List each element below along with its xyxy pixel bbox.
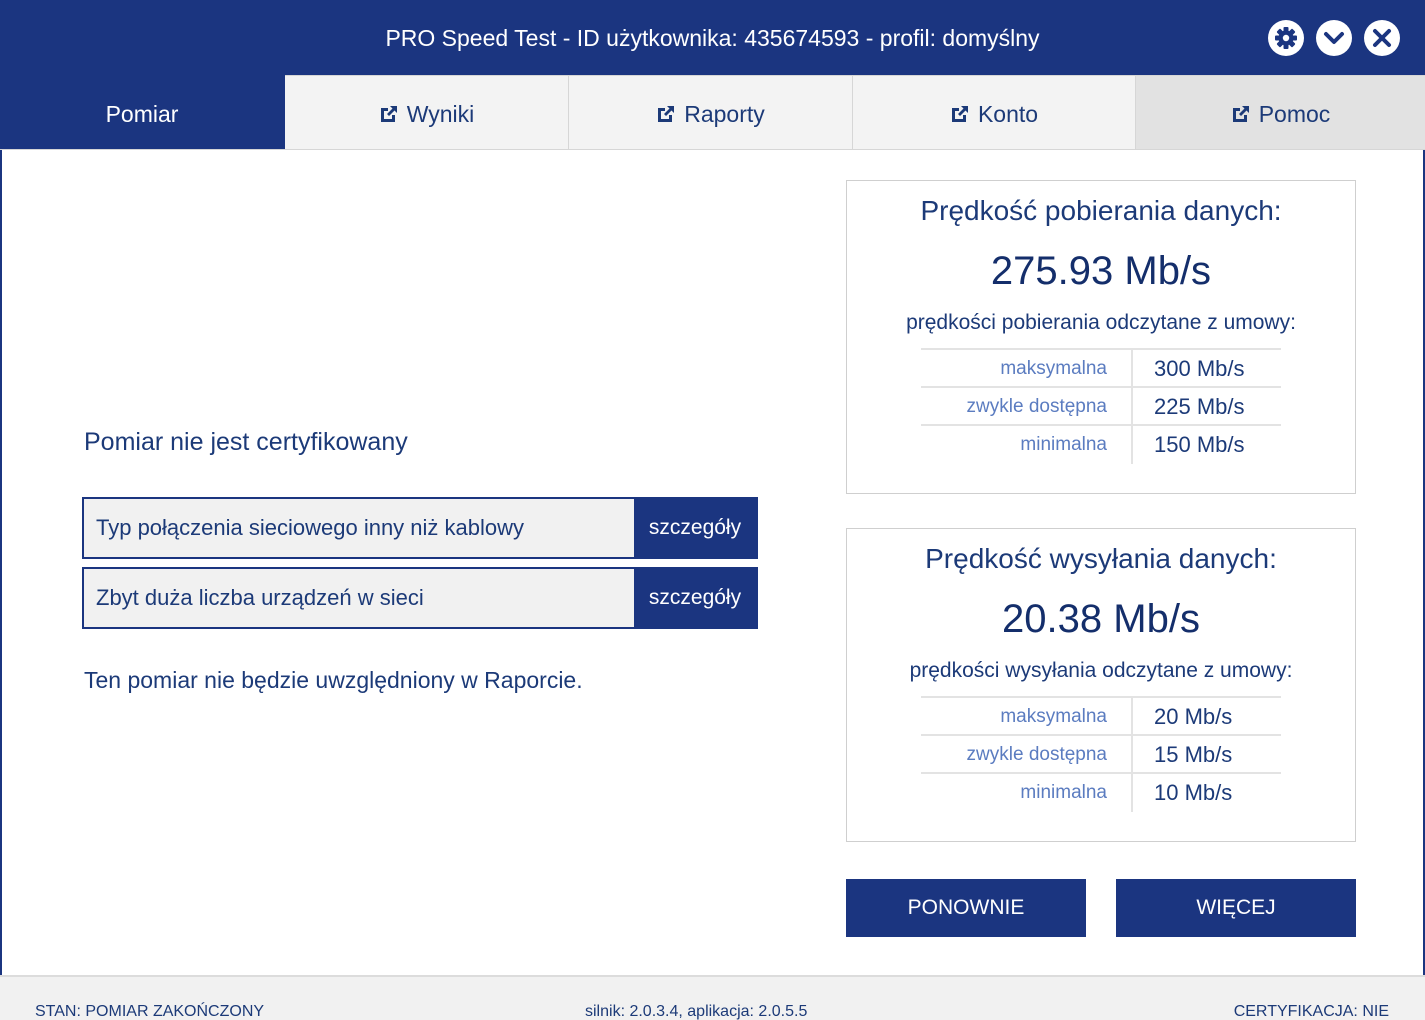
certification-heading: Pomiar nie jest certyfikowany xyxy=(84,428,408,456)
row-value: 10 Mb/s xyxy=(1154,780,1233,805)
external-link-icon xyxy=(658,106,675,122)
row-divider xyxy=(1131,698,1133,736)
title-bar: PRO Speed Test - ID użytkownika: 4356745… xyxy=(0,0,1425,75)
close-icon xyxy=(1373,29,1391,47)
external-link-icon xyxy=(380,106,397,122)
settings-button[interactable] xyxy=(1268,20,1304,56)
download-contract-table: maksymalna 300 Mb/s zwykle dostępna 225 … xyxy=(921,348,1281,464)
tab-raporty[interactable]: Raporty xyxy=(569,75,853,149)
contract-row-min: minimalna 10 Mb/s xyxy=(921,772,1281,812)
tab-pomoc[interactable]: Pomoc xyxy=(1136,75,1425,149)
certification-issue: Zbyt duża liczba urządzeń w sieci szczeg… xyxy=(82,567,758,629)
details-button[interactable]: szczegóły xyxy=(634,499,756,557)
tab-label: Wyniki xyxy=(406,101,475,127)
upload-value: 20.38 Mb/s xyxy=(1002,597,1200,641)
report-note: Ten pomiar nie będzie uwzględniony w Rap… xyxy=(84,667,583,693)
row-divider xyxy=(1131,736,1133,774)
download-title: Prędkość pobierania danych: xyxy=(920,195,1282,226)
tab-label: Pomiar xyxy=(105,101,179,127)
row-divider xyxy=(1131,388,1133,426)
upload-subtitle: prędkości wysyłania odczytane z umowy: xyxy=(909,659,1293,682)
certification-issue: Typ połączenia sieciowego inny niż kablo… xyxy=(82,497,758,559)
row-value: 20 Mb/s xyxy=(1154,704,1233,729)
upload-speed-panel: Prędkość wysyłania danych: 20.38 Mb/s pr… xyxy=(846,528,1356,842)
tab-label: Konto xyxy=(977,101,1039,127)
issue-text: Typ połączenia sieciowego inny niż kablo… xyxy=(96,515,525,540)
issue-text: Zbyt duża liczba urządzeń w sieci xyxy=(96,585,424,610)
download-speed-panel: Prędkość pobierania danych: 275.93 Mb/s … xyxy=(846,180,1356,494)
contract-row-typical: zwykle dostępna 225 Mb/s xyxy=(921,386,1281,426)
upload-contract-table: maksymalna 20 Mb/s zwykle dostępna 15 Mb… xyxy=(921,696,1281,812)
row-divider xyxy=(1131,774,1133,812)
row-label: zwykle dostępna xyxy=(966,744,1107,765)
contract-row-max: maksymalna 300 Mb/s xyxy=(921,348,1281,388)
chevron-down-icon xyxy=(1324,32,1344,44)
close-button[interactable] xyxy=(1364,20,1400,56)
window-border-left xyxy=(0,150,2,975)
tab-bar: Pomiar Wyniki Raporty Konto Pomoc xyxy=(0,75,1425,150)
tab-label: Pomoc xyxy=(1258,101,1331,127)
certification-status: CERTYFIKACJA: NIE xyxy=(1233,1003,1389,1020)
row-value: 150 Mb/s xyxy=(1154,432,1245,457)
status-state: STAN: POMIAR ZAKOŃCZONY xyxy=(35,1003,265,1020)
external-link-icon xyxy=(951,106,968,122)
gear-icon xyxy=(1275,27,1297,49)
minimize-button[interactable] xyxy=(1316,20,1352,56)
download-value: 275.93 Mb/s xyxy=(990,249,1212,293)
row-label: maksymalna xyxy=(1000,358,1107,379)
more-button[interactable]: WIĘCEJ xyxy=(1116,879,1356,937)
external-link-icon xyxy=(1232,106,1249,122)
contract-row-max: maksymalna 20 Mb/s xyxy=(921,696,1281,736)
tab-wyniki[interactable]: Wyniki xyxy=(285,75,569,149)
row-label: minimalna xyxy=(1020,782,1107,803)
status-bar: STAN: POMIAR ZAKOŃCZONY silnik: 2.0.3.4,… xyxy=(0,975,1425,1020)
tab-konto[interactable]: Konto xyxy=(853,75,1136,149)
row-value: 15 Mb/s xyxy=(1154,742,1233,767)
row-label: zwykle dostępna xyxy=(966,396,1107,417)
details-button[interactable]: szczegóły xyxy=(634,569,756,627)
row-value: 225 Mb/s xyxy=(1154,394,1245,419)
upload-title: Prędkość wysyłania danych: xyxy=(925,543,1277,574)
row-label: maksymalna xyxy=(1000,706,1107,727)
window-title: PRO Speed Test - ID użytkownika: 4356745… xyxy=(385,25,1040,51)
version-info: silnik: 2.0.3.4, aplikacja: 2.0.5.5 xyxy=(585,1003,808,1020)
tab-pomiar[interactable]: Pomiar xyxy=(0,75,285,149)
download-subtitle: prędkości pobierania odczytane z umowy: xyxy=(906,311,1296,334)
tab-label: Raporty xyxy=(684,101,765,127)
contract-row-typical: zwykle dostępna 15 Mb/s xyxy=(921,734,1281,774)
row-value: 300 Mb/s xyxy=(1154,356,1245,381)
row-divider xyxy=(1131,350,1133,388)
row-label: minimalna xyxy=(1020,434,1107,455)
contract-row-min: minimalna 150 Mb/s xyxy=(921,424,1281,464)
row-divider xyxy=(1131,426,1133,464)
retest-button[interactable]: PONOWNIE xyxy=(846,879,1086,937)
